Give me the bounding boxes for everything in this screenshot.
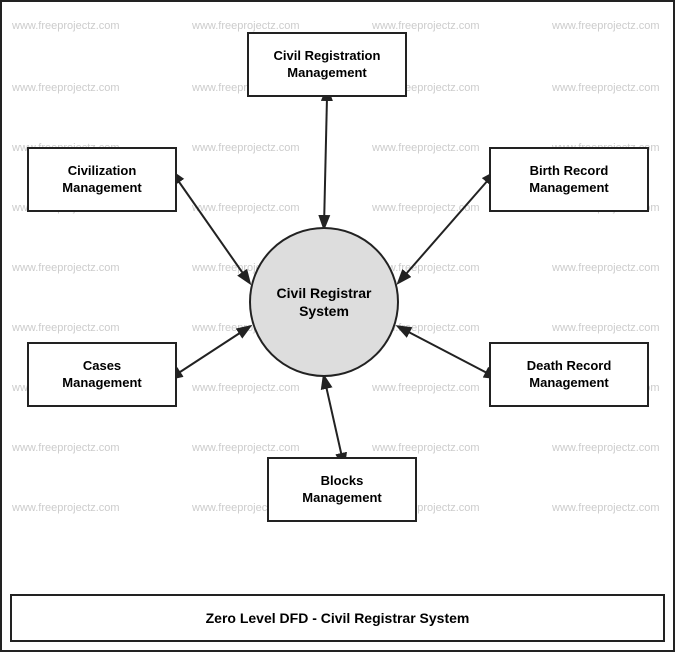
bottom-label-text: Zero Level DFD - Civil Registrar System — [206, 610, 470, 626]
center-circle: Civil RegistrarSystem — [249, 227, 399, 377]
death-record-label: Death RecordManagement — [527, 358, 612, 392]
blocks-management-label: BlocksManagement — [302, 473, 381, 507]
bottom-label-box: Zero Level DFD - Civil Registrar System — [10, 594, 665, 642]
birth-record-box: Birth RecordManagement — [489, 147, 649, 212]
main-container: www.freeprojectz.com www.freeprojectz.co… — [0, 0, 675, 652]
cases-management-box: CasesManagement — [27, 342, 177, 407]
blocks-management-box: BlocksManagement — [267, 457, 417, 522]
civilization-management-label: CivilizationManagement — [62, 163, 141, 197]
civil-registration-label: Civil Registration Management — [255, 48, 399, 82]
birth-record-label: Birth RecordManagement — [529, 163, 608, 197]
death-record-box: Death RecordManagement — [489, 342, 649, 407]
center-circle-label: Civil RegistrarSystem — [277, 284, 372, 320]
cases-management-label: CasesManagement — [62, 358, 141, 392]
civilization-management-box: CivilizationManagement — [27, 147, 177, 212]
civil-registration-box: Civil Registration Management — [247, 32, 407, 97]
